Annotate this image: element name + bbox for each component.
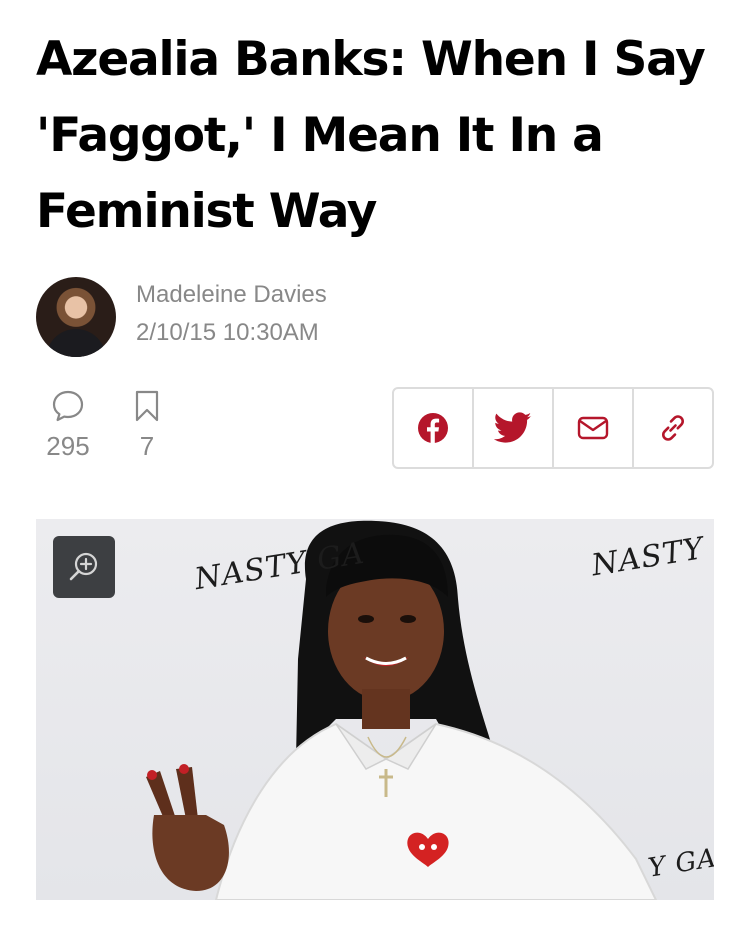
article-headline: Azealia Banks: When I Say 'Faggot,' I Me… <box>36 32 706 239</box>
link-icon <box>662 415 684 441</box>
save-button[interactable]: 7 <box>117 389 177 462</box>
email-icon <box>577 416 609 440</box>
share-bar <box>392 387 714 469</box>
bookmark-icon <box>135 390 159 422</box>
hero-image[interactable]: NASTY GA NASTY G Y GAL <box>36 519 714 900</box>
comments-button[interactable]: 295 <box>38 389 98 462</box>
author-name[interactable]: Madeleine Davies <box>136 281 327 309</box>
facebook-icon <box>418 413 448 443</box>
twitter-icon <box>494 412 532 443</box>
publish-timestamp[interactable]: 2/10/15 10:30AM <box>136 319 319 347</box>
share-facebook-button[interactable] <box>394 389 474 467</box>
share-twitter-button[interactable] <box>474 389 554 467</box>
comment-icon <box>52 390 84 422</box>
share-email-button[interactable] <box>554 389 634 467</box>
share-link-button[interactable] <box>634 389 712 467</box>
save-count: 7 <box>139 431 155 461</box>
zoom-in-icon <box>69 552 98 581</box>
author-avatar[interactable] <box>36 277 116 357</box>
zoom-button[interactable] <box>53 536 115 598</box>
comment-count: 295 <box>46 431 90 461</box>
